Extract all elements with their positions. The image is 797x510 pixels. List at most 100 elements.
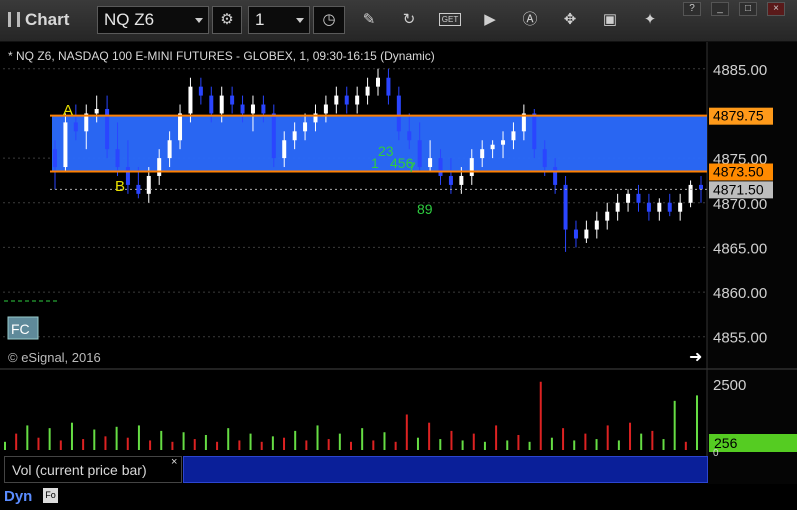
candle-body	[584, 229, 589, 239]
candle-body	[376, 77, 380, 87]
symbol-value: NQ Z6	[104, 10, 155, 29]
candle-body	[438, 158, 443, 176]
label-b: B	[115, 178, 125, 195]
volume-tick-label: 2500	[713, 377, 746, 394]
candle-body	[573, 229, 578, 239]
candle-body	[146, 175, 151, 194]
candle-body	[271, 113, 276, 159]
clock-icon[interactable]: ◷	[316, 7, 342, 33]
help-button[interactable]: ?	[683, 2, 701, 16]
candle-body	[157, 158, 162, 176]
candle-body	[334, 95, 339, 105]
candle-body	[626, 193, 631, 203]
pencil-icon[interactable]: ✎	[356, 7, 382, 33]
candle-body	[250, 104, 255, 114]
candle-body	[303, 122, 308, 132]
candle-body	[188, 86, 193, 114]
candle-body	[542, 149, 547, 168]
level-tag-label: 4871.50	[713, 181, 764, 197]
candle-body	[167, 140, 172, 159]
price-chart[interactable]: 4885.004875.004870.004865.004860.004855.…	[0, 42, 797, 484]
y-tick-label: 4885.00	[713, 62, 767, 79]
chart-toolbar: Chart NQ Z6 ⚙ 1 ◷ ✎ ↻ GET ▶ Ⓐ ✥ ▣ ✦ ? _ …	[0, 0, 797, 42]
candle-body	[594, 220, 599, 230]
close-icon[interactable]: ×	[171, 456, 177, 468]
level-tag-label: 4873.50	[713, 164, 764, 180]
candle-body	[511, 131, 516, 141]
chart-bars-icon	[8, 12, 20, 27]
volume-study-label[interactable]: Vol (current price bar)	[4, 456, 182, 483]
comment-icon[interactable]: ▣	[597, 7, 623, 33]
candle-body	[428, 158, 433, 168]
candle-body	[261, 104, 266, 114]
candle-body	[282, 140, 287, 159]
scroll-end-icon: ➜	[689, 349, 702, 366]
candle-body	[407, 131, 412, 141]
count-label: 1	[371, 155, 379, 171]
candle-body	[73, 122, 78, 132]
candle-body	[365, 86, 370, 96]
chart-header: * NQ Z6, NASDAQ 100 E-MINI FUTURES - GLO…	[8, 49, 435, 63]
cursor-icon[interactable]: ✥	[557, 7, 583, 33]
candle-body	[667, 202, 672, 212]
candle-body	[125, 167, 130, 185]
level-tag-label: 4879.75	[713, 108, 764, 124]
gear-icon[interactable]: ⚙	[214, 7, 240, 33]
candle-body	[699, 184, 703, 190]
candle-body	[198, 86, 203, 96]
candle-body	[501, 140, 506, 145]
interval-combo[interactable]: 1	[248, 6, 310, 34]
candle-body	[230, 95, 235, 105]
candle-body	[563, 184, 568, 230]
chevron-down-icon[interactable]	[296, 18, 304, 23]
close-button[interactable]: ×	[767, 2, 785, 16]
candle-body	[386, 77, 391, 96]
page-icon[interactable]: Fo	[43, 488, 58, 503]
candle-body	[553, 167, 558, 185]
play-icon[interactable]: ▶	[477, 7, 503, 33]
candle-body	[469, 158, 474, 176]
app-title-label: Chart	[25, 10, 70, 29]
get-icon[interactable]: GET	[437, 7, 463, 33]
chevron-down-icon[interactable]	[195, 18, 203, 23]
analyze-icon[interactable]: Ⓐ	[517, 7, 543, 33]
page-tab-bar	[0, 484, 797, 510]
volume-study-strip	[183, 456, 708, 483]
count-label: 89	[417, 201, 433, 217]
twitter-icon[interactable]: ✦	[637, 7, 663, 33]
candle-body	[480, 149, 485, 159]
candle-body	[657, 202, 662, 212]
minimize-button[interactable]: _	[711, 2, 729, 16]
maximize-button[interactable]: □	[739, 2, 757, 16]
candle-body	[490, 144, 495, 150]
refresh-icon[interactable]: ↻	[396, 7, 422, 33]
candle-body	[178, 113, 183, 141]
candle-body	[459, 175, 464, 185]
candle-body	[636, 193, 641, 203]
candle-body	[219, 95, 224, 114]
symbol-combo[interactable]: NQ Z6	[97, 6, 209, 34]
y-tick-label: 4860.00	[713, 285, 767, 302]
watermark: © eSignal, 2016	[8, 350, 101, 365]
volume-zero-label: 0	[713, 448, 719, 459]
candle-body	[532, 113, 537, 150]
candle-body	[355, 95, 360, 105]
dynamic-tab[interactable]: Dyn	[4, 488, 32, 505]
y-tick-label: 4865.00	[713, 240, 767, 257]
app-title: Chart	[8, 10, 69, 30]
candle-body	[448, 175, 453, 185]
candle-body	[344, 95, 349, 105]
candle-body	[605, 211, 610, 221]
candle-body	[63, 122, 68, 168]
candle-body	[115, 149, 120, 168]
candle-body	[323, 104, 328, 114]
candle-body	[615, 202, 620, 212]
candle-body	[292, 131, 297, 141]
fc-label: FC	[11, 321, 30, 337]
candle-body	[240, 104, 245, 114]
candle-body	[396, 95, 401, 132]
candle-body	[646, 202, 651, 212]
candle-body	[53, 149, 57, 168]
candle-body	[688, 184, 693, 203]
count-label: 7	[408, 159, 416, 175]
